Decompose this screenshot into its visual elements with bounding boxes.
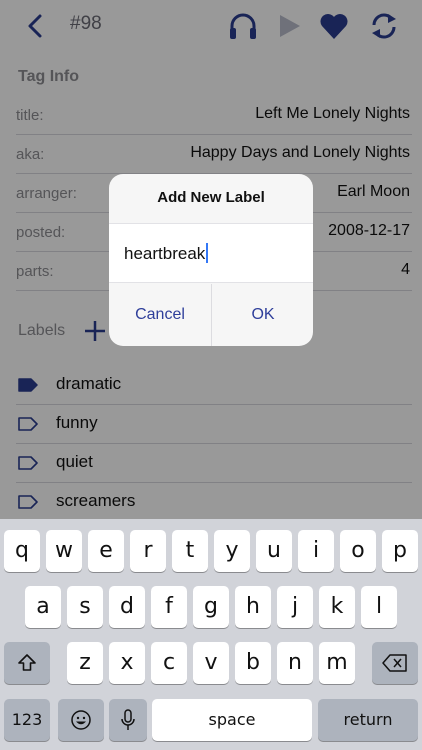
key-k[interactable]: k — [319, 586, 355, 628]
key-l[interactable]: l — [361, 586, 397, 628]
microphone-icon — [121, 709, 135, 730]
text-caret — [206, 243, 209, 263]
return-key[interactable]: return — [318, 699, 418, 741]
key-h[interactable]: h — [235, 586, 271, 628]
key-z[interactable]: z — [67, 642, 103, 684]
label-name-input[interactable]: heartbreak — [109, 223, 313, 283]
backspace-icon — [382, 654, 407, 672]
dialog-title: Add New Label — [157, 189, 265, 206]
key-f[interactable]: f — [151, 586, 187, 628]
key-b[interactable]: b — [235, 642, 271, 684]
key-y[interactable]: y — [214, 530, 250, 572]
key-i[interactable]: i — [298, 530, 334, 572]
shift-icon — [18, 654, 36, 671]
dictation-key[interactable] — [109, 699, 147, 741]
keyboard: q w e r t y u i o p a s d f g h j k l z … — [0, 519, 422, 750]
key-p[interactable]: p — [382, 530, 418, 572]
key-s[interactable]: s — [67, 586, 103, 628]
key-m[interactable]: m — [319, 642, 355, 684]
key-w[interactable]: w — [46, 530, 82, 572]
cancel-button[interactable]: Cancel — [109, 284, 211, 346]
key-u[interactable]: u — [256, 530, 292, 572]
delete-key[interactable] — [372, 642, 418, 684]
key-a[interactable]: a — [25, 586, 61, 628]
key-x[interactable]: x — [109, 642, 145, 684]
key-r[interactable]: r — [130, 530, 166, 572]
key-o[interactable]: o — [340, 530, 376, 572]
add-label-dialog: Add New Label heartbreak Cancel OK — [109, 174, 313, 346]
key-q[interactable]: q — [4, 530, 40, 572]
ok-button[interactable]: OK — [212, 284, 313, 346]
numbers-key[interactable]: 123 — [4, 699, 50, 741]
key-d[interactable]: d — [109, 586, 145, 628]
space-key[interactable]: space — [152, 699, 312, 741]
shift-key[interactable] — [4, 642, 50, 684]
emoji-key[interactable] — [58, 699, 104, 741]
key-g[interactable]: g — [193, 586, 229, 628]
key-c[interactable]: c — [151, 642, 187, 684]
key-e[interactable]: e — [88, 530, 124, 572]
key-t[interactable]: t — [172, 530, 208, 572]
label-name-value: heartbreak — [124, 244, 206, 263]
emoji-icon — [71, 710, 91, 730]
key-j[interactable]: j — [277, 586, 313, 628]
key-v[interactable]: v — [193, 642, 229, 684]
key-n[interactable]: n — [277, 642, 313, 684]
